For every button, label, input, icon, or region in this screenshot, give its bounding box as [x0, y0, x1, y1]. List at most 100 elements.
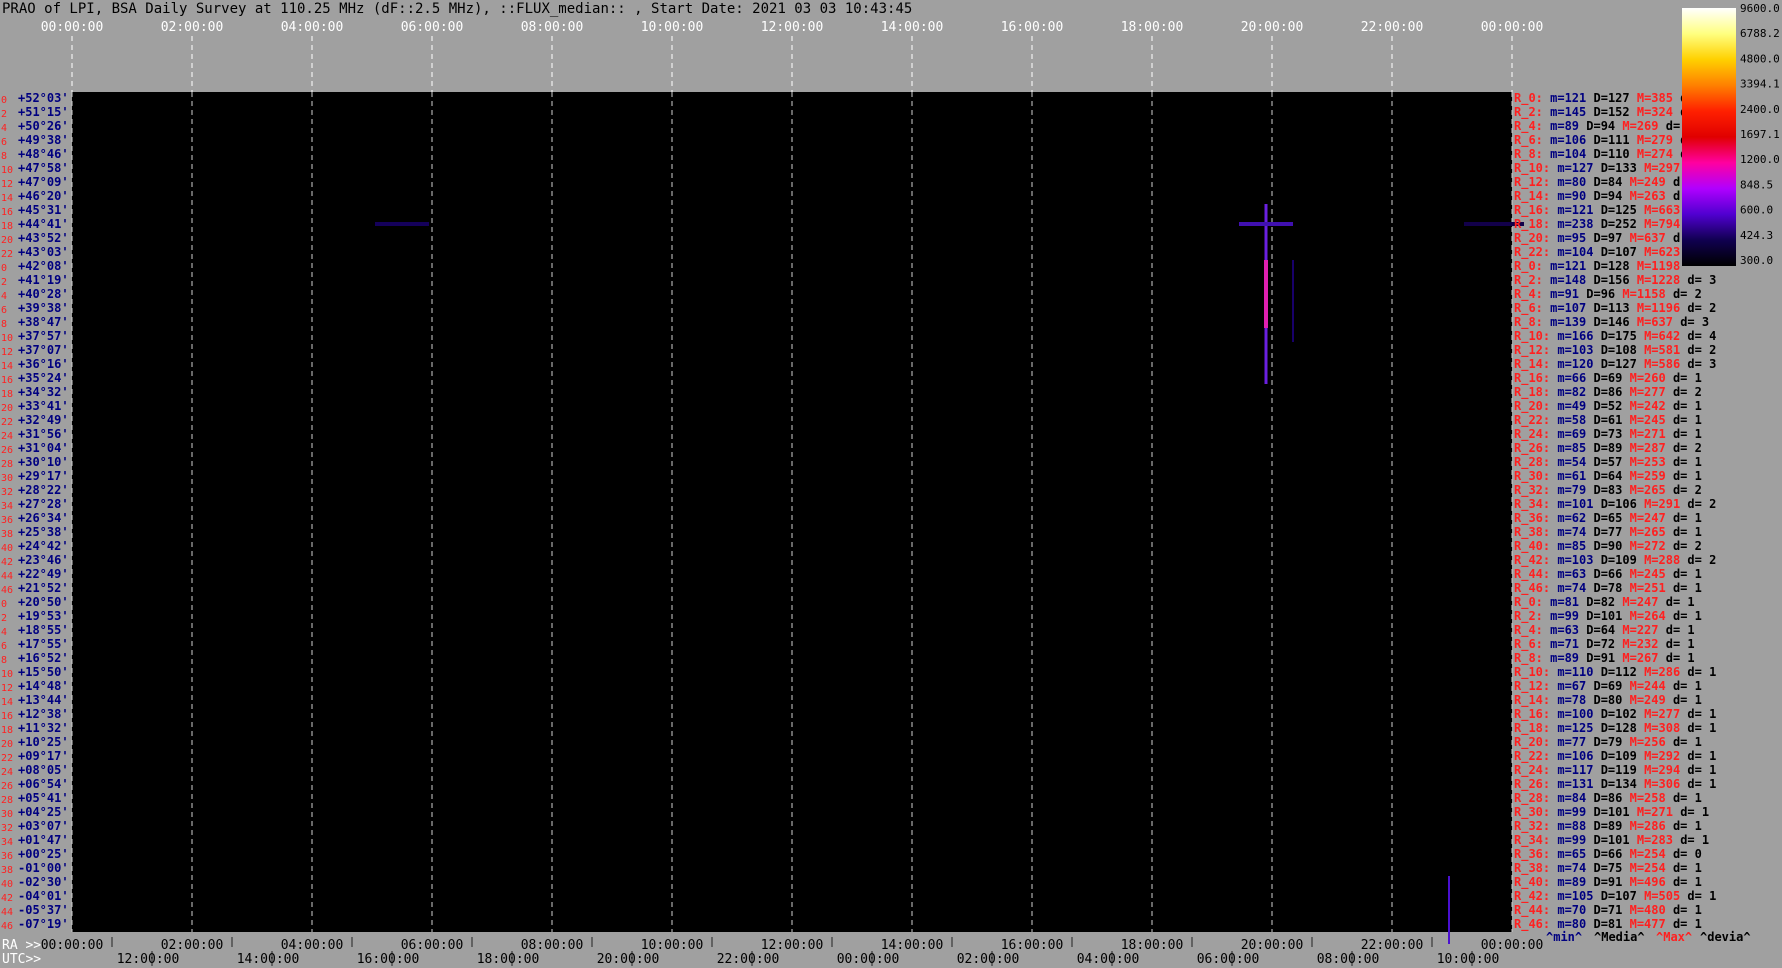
declination-label: +28°22' [18, 483, 69, 497]
stats-part: d= 1 [1680, 707, 1716, 721]
stats-part: M=267 [1615, 651, 1658, 665]
stats-part: R_8: [1514, 315, 1543, 330]
stats-part: M=1198 [1630, 259, 1681, 273]
colorbar-tick-label: 2400.0 [1740, 103, 1780, 116]
stats-row: R_26: m=85 D=89 M=287 d= 2 [1514, 441, 1702, 456]
stats-part: D=89 [1586, 819, 1622, 833]
stats-row: R_26: m=131 D=134 M=306 d= 1 [1514, 777, 1716, 792]
stats-part: m=139 [1543, 315, 1586, 329]
ra-tick-label: 00:00:00 [41, 938, 104, 953]
stats-part: D=80 [1586, 693, 1622, 707]
stats-part: D=64 [1586, 469, 1622, 483]
beam-index-label: 18 [1, 221, 13, 232]
stats-row: R_34: m=101 D=106 M=291 d= 2 [1514, 497, 1716, 512]
stats-part: R_14: [1514, 693, 1550, 708]
stats-row: R_28: m=84 D=86 M=258 d= 1 [1514, 791, 1702, 806]
stats-part: M=637 [1622, 231, 1665, 245]
beam-index-label: 16 [1, 711, 13, 722]
stats-part: M=265 [1622, 483, 1665, 497]
beam-index-label: 22 [1, 249, 13, 260]
ra-tick-label: 14:00:00 [881, 938, 944, 953]
stats-part: d= 1 [1666, 903, 1702, 917]
beam-index-label: 32 [1, 487, 13, 498]
stats-part: M=477 [1622, 917, 1665, 931]
beam-index-label: 38 [1, 529, 13, 540]
declination-label: -07°19' [18, 917, 69, 931]
declination-label: +26°34' [18, 511, 69, 525]
stats-part: D=110 [1586, 147, 1629, 161]
declination-label: +20°50' [18, 595, 69, 609]
stats-part: R_2: [1514, 273, 1543, 288]
declination-label: +17°55' [18, 637, 69, 651]
stats-part: d= 1 [1666, 567, 1702, 581]
stats-row: R_32: m=88 D=89 M=286 d= 1 [1514, 819, 1702, 834]
top-tick-label: 18:00:00 [1121, 20, 1184, 35]
stats-row: R_22: m=104 D=107 M=623 [1514, 245, 1680, 260]
stats-part: d= 1 [1666, 525, 1702, 539]
colorbar-tick-label: 300.0 [1740, 254, 1773, 267]
stats-part: m=63 [1550, 567, 1586, 581]
stats-part: D=108 [1593, 343, 1636, 357]
stats-part: D=111 [1586, 133, 1629, 147]
stats-part: R_46: [1514, 581, 1550, 596]
beam-index-label: 0 [1, 95, 7, 106]
stats-row: R_16: m=121 D=125 M=663 [1514, 203, 1680, 218]
stats-part: M=385 [1630, 91, 1673, 105]
stats-part: D=91 [1586, 875, 1622, 889]
stats-row: R_12: m=67 D=69 M=244 d= 1 [1514, 679, 1702, 694]
declination-label: -01°00' [18, 861, 69, 875]
beam-index-label: 14 [1, 193, 13, 204]
stats-part: m=77 [1550, 735, 1586, 749]
ra-tick-label: 08:00:00 [521, 938, 584, 953]
stats-part: d= 1 [1666, 861, 1702, 875]
stats-part: m=79 [1550, 483, 1586, 497]
stats-part: D=112 [1593, 665, 1636, 679]
stats-part: D=119 [1593, 763, 1636, 777]
stats-row: R_10: m=110 D=112 M=286 d= 1 [1514, 665, 1716, 680]
stats-part: M=254 [1622, 847, 1665, 861]
stats-part: M=245 [1622, 413, 1665, 427]
stats-part: M=586 [1637, 357, 1680, 371]
stats-part: R_28: [1514, 791, 1550, 806]
stats-part: D=252 [1593, 217, 1636, 231]
stats-part: D=69 [1586, 371, 1622, 385]
beam-index-label: 6 [1, 137, 7, 148]
stats-row: R_36: m=62 D=65 M=247 d= 1 [1514, 511, 1702, 526]
declination-label: +05°41' [18, 791, 69, 805]
stats-legend-label: ^Max^ [1656, 930, 1692, 944]
stats-part: D=77 [1586, 525, 1622, 539]
stats-part: d= 1 [1666, 917, 1702, 931]
stats-part: R_26: [1514, 441, 1550, 456]
stats-part: m=81 [1543, 595, 1579, 609]
beam-index-label: 8 [1, 655, 7, 666]
ra-tick-label: 20:00:00 [1241, 938, 1304, 953]
colorbar-tick-label: 9600.0 [1740, 2, 1780, 15]
declination-label: +48°46' [18, 147, 69, 161]
stats-part: m=74 [1550, 581, 1586, 595]
stats-part: R_10: [1514, 161, 1550, 176]
declination-label: +16°52' [18, 651, 69, 665]
stats-row: R_12: m=80 D=84 M=249 d [1514, 175, 1680, 190]
stats-part: D=134 [1593, 777, 1636, 791]
stats-part: m=84 [1550, 791, 1586, 805]
stats-row: R_42: m=105 D=107 M=505 d= 1 [1514, 889, 1716, 904]
beam-index-label: 4 [1, 123, 7, 134]
top-tick-label: 00:00:00 [41, 20, 104, 35]
beam-index-label: 46 [1, 585, 13, 596]
declination-label: +09°17' [18, 749, 69, 763]
beam-index-label: 8 [1, 319, 7, 330]
stats-row: R_38: m=74 D=77 M=265 d= 1 [1514, 525, 1702, 540]
stats-part: R_32: [1514, 819, 1550, 834]
stats-part: D=101 [1579, 609, 1622, 623]
stats-row: R_22: m=106 D=109 M=292 d= 1 [1514, 749, 1716, 764]
stats-row: R_8: m=104 D=110 M=274 d= [1514, 147, 1695, 162]
stats-row: R_2: m=99 D=101 M=264 d= 1 [1514, 609, 1702, 624]
stats-row: R_10: m=127 D=133 M=297 d= [1514, 161, 1702, 176]
stats-part: m=54 [1550, 455, 1586, 469]
stats-row: R_30: m=99 D=101 M=271 d= 1 [1514, 805, 1709, 820]
stats-part: m=99 [1543, 609, 1579, 623]
declination-label: +04°25' [18, 805, 69, 819]
stats-part: M=253 [1622, 455, 1665, 469]
stats-part: d= 2 [1680, 343, 1716, 357]
beam-index-label: 26 [1, 781, 13, 792]
